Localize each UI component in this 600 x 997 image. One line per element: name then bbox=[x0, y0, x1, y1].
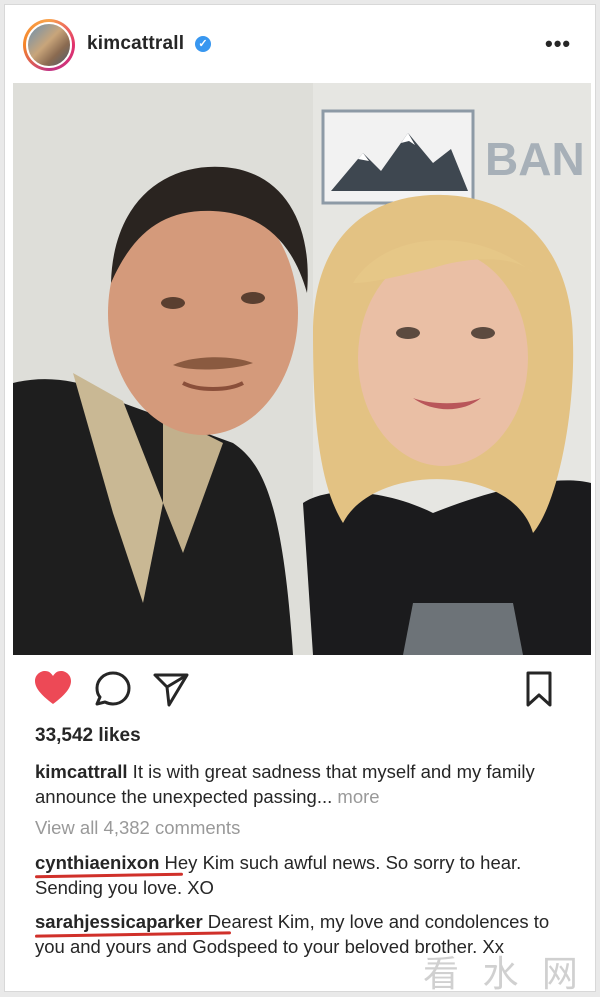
send-icon[interactable] bbox=[151, 669, 191, 714]
verified-badge-icon: ✓ bbox=[195, 36, 211, 52]
post-header: kimcattrall ✓ ••• bbox=[5, 5, 597, 81]
likes-count[interactable]: 33,542 likes bbox=[35, 725, 141, 747]
photo-illustration: BAN bbox=[13, 83, 591, 655]
watermark: 看 水 网 bbox=[423, 954, 584, 995]
story-ring[interactable] bbox=[23, 19, 75, 71]
comment-icon[interactable] bbox=[93, 669, 133, 714]
more-options-icon[interactable]: ••• bbox=[545, 31, 571, 57]
caption-more-link[interactable]: more bbox=[337, 786, 379, 807]
caption-username[interactable]: kimcattrall bbox=[35, 761, 128, 782]
avatar[interactable] bbox=[26, 22, 72, 68]
comment-username[interactable]: cynthiaenixon bbox=[35, 852, 159, 873]
bookmark-icon[interactable] bbox=[521, 669, 557, 714]
post-username[interactable]: kimcattrall bbox=[87, 33, 184, 55]
post-card: kimcattrall ✓ ••• BAN 33,542 likes kimca… bbox=[4, 4, 597, 995]
comment-username[interactable]: sarahjessicaparker bbox=[35, 911, 203, 932]
heart-filled-icon[interactable] bbox=[33, 669, 73, 714]
view-all-comments-link[interactable]: View all 4,382 comments bbox=[35, 817, 240, 839]
sign-text: BAN bbox=[485, 133, 585, 185]
post-photo[interactable]: BAN bbox=[13, 83, 591, 655]
action-bar bbox=[5, 665, 597, 717]
post-caption: kimcattrall It is with great sadness tha… bbox=[35, 759, 575, 809]
woman-figure bbox=[303, 194, 591, 655]
mountain-logo bbox=[321, 109, 475, 205]
